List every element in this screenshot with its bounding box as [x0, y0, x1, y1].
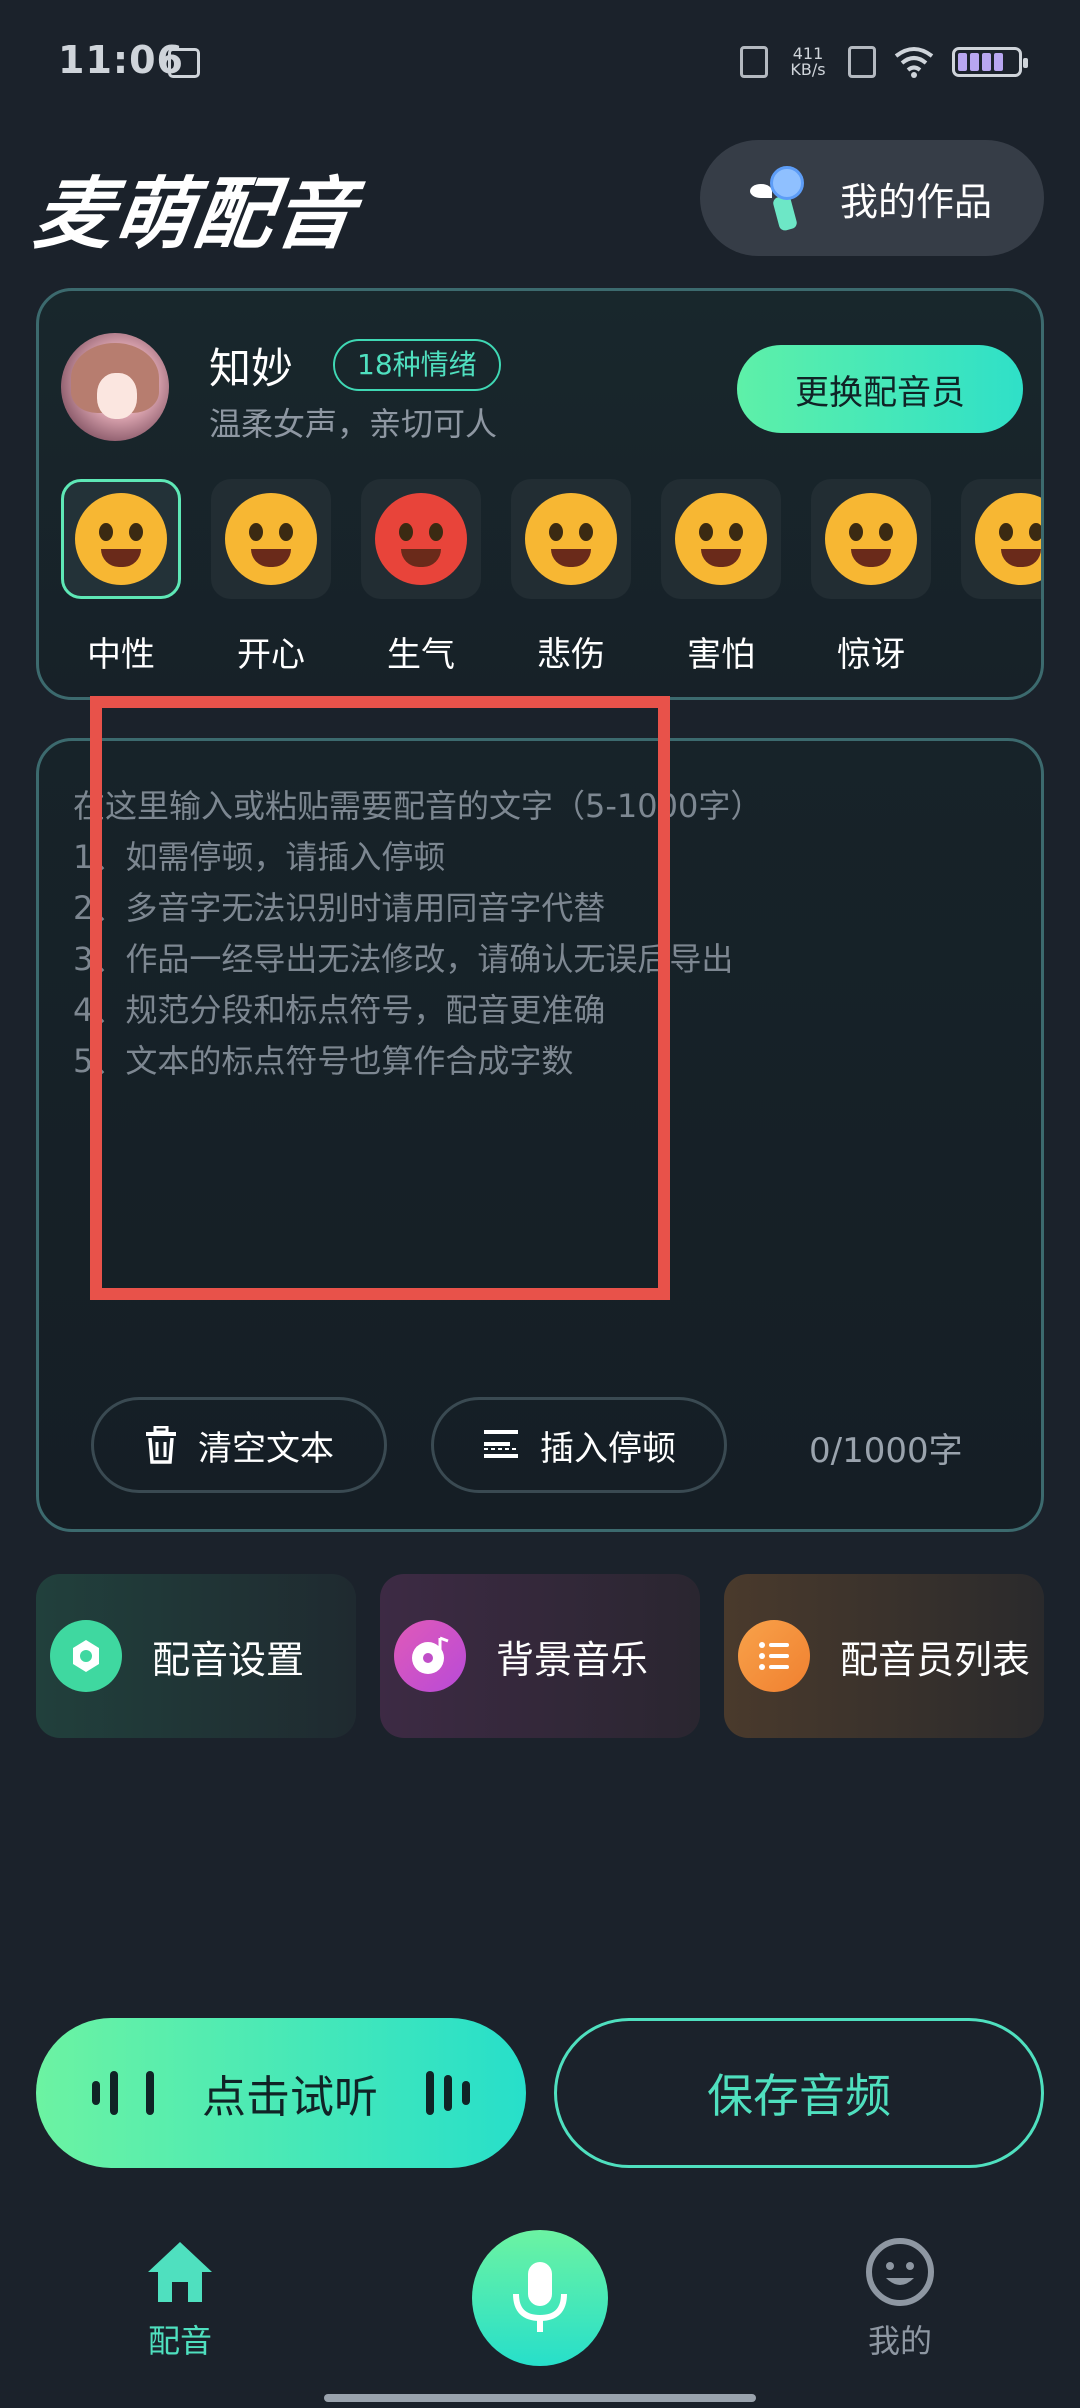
network-speed-unit: KB/s [790, 60, 826, 79]
clear-text-label: 清空文本 [198, 1428, 334, 1469]
emotion-icon-box [361, 479, 481, 599]
background-music-tile[interactable]: 背景音乐 [380, 1574, 700, 1738]
mute-icon [740, 46, 768, 78]
voice-list-tile[interactable]: 配音员列表 [724, 1574, 1044, 1738]
sound-wave-left-icon [92, 2071, 154, 2115]
laughing-face-icon [225, 493, 317, 585]
status-time: 11:06 [58, 38, 184, 82]
emotion-icon-box [211, 479, 331, 599]
nav-item-mine[interactable]: 我的 [850, 2236, 950, 2362]
list-icon [738, 1620, 810, 1692]
emotion-item[interactable] [961, 479, 1041, 679]
emotion-icon-box [811, 479, 931, 599]
voice-settings-tile[interactable]: 配音设置 [36, 1574, 356, 1738]
music-disc-icon [394, 1620, 466, 1692]
bottom-nav: 配音 我的 [0, 2200, 1080, 2408]
emotion-label: 开心 [237, 635, 305, 675]
emotion-item[interactable]: 开心 [211, 479, 331, 679]
pleading-face-icon [675, 493, 767, 585]
preview-listen-label: 点击试听 [202, 2072, 378, 2123]
emotion-label: 惊讶 [837, 635, 905, 675]
screaming-face-icon [825, 493, 917, 585]
smiley-profile-icon [866, 2238, 934, 2306]
emotion-label: 中性 [87, 635, 155, 675]
avatar[interactable] [61, 333, 169, 441]
voice-description: 温柔女声，亲切可人 [209, 405, 498, 443]
record-mic-button[interactable] [472, 2230, 608, 2366]
trash-icon [146, 1426, 176, 1464]
home-indicator [324, 2394, 756, 2402]
nav-mine-label: 我的 [867, 2322, 932, 2360]
microphone-icon [513, 2262, 567, 2332]
network-speed: 411 KB/s [786, 46, 830, 78]
angry-face-icon [375, 493, 467, 585]
nav-dubbing-label: 配音 [147, 2322, 212, 2360]
insert-pause-button[interactable]: 插入停顿 [431, 1397, 727, 1493]
emotion-icon-box [661, 479, 781, 599]
emotion-item[interactable]: 中性 [61, 479, 181, 679]
voice-settings-label: 配音设置 [152, 1637, 305, 1682]
save-audio-button[interactable]: 保存音频 [554, 2018, 1044, 2168]
nav-item-dubbing[interactable]: 配音 [130, 2236, 230, 2362]
my-works-label: 我的作品 [840, 179, 993, 224]
background-music-label: 背景音乐 [496, 1637, 649, 1682]
emotion-list: 中性 开心 生气 悲伤 害怕 惊讶 [61, 479, 1041, 679]
character-count: 0/1000字 [809, 1431, 963, 1471]
voice-name: 知妙 [209, 344, 294, 393]
emotion-count-badge: 18种情绪 [333, 339, 501, 391]
insert-pause-icon [484, 1430, 518, 1458]
app-title: 麦萌配音 [28, 170, 362, 260]
emotion-item[interactable]: 害怕 [661, 479, 781, 679]
emotion-icon-box [961, 479, 1041, 599]
emotion-icon-box [511, 479, 631, 599]
emotion-label: 生气 [387, 635, 455, 675]
partial-face-icon [975, 493, 1041, 585]
emotion-item[interactable]: 惊讶 [811, 479, 931, 679]
emotion-label: 悲伤 [537, 635, 605, 675]
clear-text-button[interactable]: 清空文本 [91, 1397, 387, 1493]
settings-gear-icon [50, 1620, 122, 1692]
insert-pause-label: 插入停顿 [540, 1428, 676, 1469]
crying-face-icon [525, 493, 617, 585]
voice-list-label: 配音员列表 [840, 1637, 1031, 1682]
battery-icon [952, 47, 1028, 77]
sim-card-icon [168, 48, 200, 78]
emotion-item[interactable]: 生气 [361, 479, 481, 679]
bluetooth-icon [848, 46, 876, 78]
change-voice-button[interactable]: 更换配音员 [737, 345, 1023, 433]
neutral-face-icon [75, 493, 167, 585]
wifi-icon [894, 47, 934, 78]
preview-listen-button[interactable]: 点击试听 [36, 2018, 526, 2168]
emotion-icon-box [61, 479, 181, 599]
voice-card: 知妙 18种情绪 温柔女声，亲切可人 更换配音员 中性 开心 生气 悲伤 害怕 惊讶 [36, 288, 1044, 700]
home-icon [148, 2242, 212, 2302]
mic-mascot-icon [750, 166, 814, 232]
highlight-box [90, 696, 670, 1300]
emotion-label: 害怕 [687, 635, 755, 675]
sound-wave-right-icon [426, 2071, 470, 2115]
status-bar: 11:06 411 KB/s [0, 0, 1080, 120]
emotion-item[interactable]: 悲伤 [511, 479, 631, 679]
my-works-button[interactable]: 我的作品 [700, 140, 1044, 256]
status-icons: 411 KB/s [740, 40, 1028, 84]
